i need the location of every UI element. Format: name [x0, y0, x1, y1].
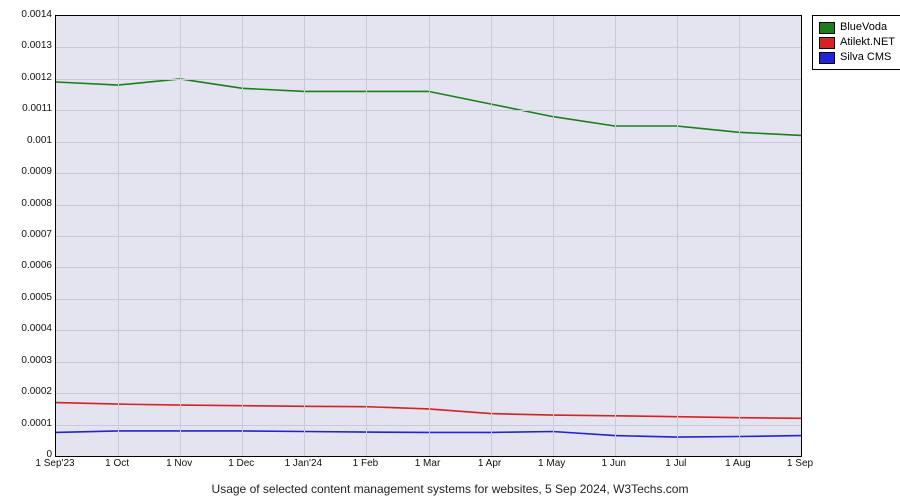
legend-item: Atilekt.NET — [819, 35, 895, 50]
y-tick-label: 0.0013 — [2, 40, 52, 51]
legend-label: BlueVoda — [840, 20, 887, 35]
x-tick-label: 1 Dec — [228, 458, 254, 469]
x-tick-label: 1 Sep'23 — [35, 458, 74, 469]
gridline-v — [491, 16, 492, 456]
x-tick-label: 1 Apr — [478, 458, 501, 469]
gridline-v — [180, 16, 181, 456]
x-tick-label: 1 Feb — [353, 458, 379, 469]
y-tick-label: 0.0014 — [2, 9, 52, 20]
legend-item: Silva CMS — [819, 50, 895, 65]
y-tick-label: 0.0012 — [2, 72, 52, 83]
legend-swatch — [819, 52, 835, 64]
x-tick-label: 1 Nov — [166, 458, 192, 469]
gridline-v — [739, 16, 740, 456]
y-tick-label: 0.001 — [2, 135, 52, 146]
x-tick-label: 1 Jun — [602, 458, 626, 469]
x-tick-label: 1 Aug — [725, 458, 751, 469]
gridline-v — [118, 16, 119, 456]
gridline-v — [242, 16, 243, 456]
y-tick-label: 0.0011 — [2, 103, 52, 114]
legend-label: Silva CMS — [840, 50, 891, 65]
gridline-v — [366, 16, 367, 456]
y-tick-label: 0.0003 — [2, 355, 52, 366]
y-tick-label: 0.0002 — [2, 386, 52, 397]
x-tick-label: 1 Jan'24 — [285, 458, 323, 469]
x-tick-label: 1 May — [538, 458, 565, 469]
y-tick-label: 0.0009 — [2, 166, 52, 177]
legend-label: Atilekt.NET — [840, 35, 895, 50]
legend-swatch — [819, 37, 835, 49]
x-tick-label: 1 Sep — [787, 458, 813, 469]
y-tick-label: 0.0004 — [2, 323, 52, 334]
y-tick-label: 0.0005 — [2, 292, 52, 303]
gridline-v — [553, 16, 554, 456]
y-tick-label: 0.0001 — [2, 418, 52, 429]
gridline-v — [615, 16, 616, 456]
plot-area — [55, 15, 802, 457]
y-tick-label: 0.0006 — [2, 260, 52, 271]
x-tick-label: 1 Jul — [665, 458, 686, 469]
x-tick-label: 1 Mar — [415, 458, 441, 469]
chart-caption: Usage of selected content management sys… — [0, 482, 900, 496]
legend-item: BlueVoda — [819, 20, 895, 35]
legend: BlueVoda Atilekt.NET Silva CMS — [812, 15, 900, 70]
gridline-v — [677, 16, 678, 456]
y-tick-label: 0.0007 — [2, 229, 52, 240]
y-tick-label: 0.0008 — [2, 198, 52, 209]
x-tick-label: 1 Oct — [105, 458, 129, 469]
gridline-v — [429, 16, 430, 456]
gridline-v — [304, 16, 305, 456]
legend-swatch — [819, 22, 835, 34]
